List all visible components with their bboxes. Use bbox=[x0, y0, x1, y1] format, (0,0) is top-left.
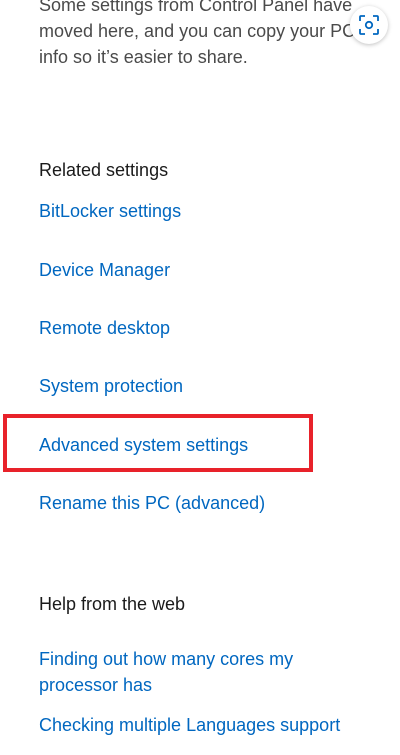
help-from-web-heading: Help from the web bbox=[39, 594, 186, 614]
languages-help-link[interactable]: Checking multiple Languages support bbox=[39, 712, 394, 738]
advanced-system-settings-link[interactable]: Advanced system settings bbox=[39, 432, 394, 458]
device-manager-link[interactable]: Device Manager bbox=[39, 257, 394, 283]
system-protection-link[interactable]: System protection bbox=[39, 373, 394, 399]
rename-this-pc-link[interactable]: Rename this PC (advanced) bbox=[39, 490, 394, 516]
settings-about-panel: Some settings from Control Panel have mo… bbox=[0, 0, 400, 755]
remote-desktop-link[interactable]: Remote desktop bbox=[39, 315, 394, 341]
cores-help-link[interactable]: Finding out how many cores my processor … bbox=[39, 646, 359, 698]
visual-search-icon bbox=[359, 15, 379, 35]
intro-text: Some settings from Control Panel have mo… bbox=[39, 0, 356, 67]
intro-text-block: Some settings from Control Panel have mo… bbox=[39, 0, 369, 70]
visual-search-button[interactable] bbox=[350, 6, 388, 44]
bitlocker-settings-link[interactable]: BitLocker settings bbox=[39, 198, 394, 224]
related-settings-heading: Related settings bbox=[39, 160, 169, 180]
